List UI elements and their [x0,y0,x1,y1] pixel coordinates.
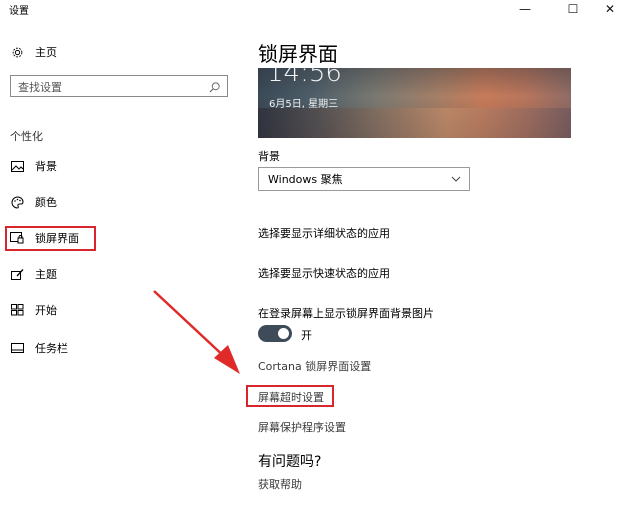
sidebar-item-colors[interactable]: 颜色 [10,190,57,214]
sidebar-item-label: 主题 [35,268,57,281]
title-bar: 设置 — ☐ ✕ [0,0,625,18]
cortana-settings-link[interactable]: Cortana 锁屏界面设置 [258,358,371,374]
screen-saver-link[interactable]: 屏幕保护程序设置 [258,419,346,435]
minimize-button[interactable]: — [505,0,545,18]
toggle-knob [278,328,289,339]
sidebar-item-themes[interactable]: 主题 [10,262,57,286]
preview-date: 6月5日, 星期三 [269,99,339,110]
faq-title: 有问题吗? [258,454,322,470]
highlight-box-lock-screen [5,226,96,251]
page-title: 锁屏界面 [258,42,338,66]
search-input[interactable] [11,77,201,98]
palette-icon [10,195,24,209]
detail-status-apps-label: 选择要显示详细状态的应用 [258,227,390,240]
quick-status-apps-label: 选择要显示快速状态的应用 [258,267,390,280]
sidebar-item-background[interactable]: 背景 [10,154,57,178]
lock-screen-preview: 14:56 6月5日, 星期三 [258,68,571,138]
search-icon[interactable] [208,79,221,93]
background-select[interactable]: Windows 聚焦 [258,167,470,191]
highlight-box-screen-timeout [246,385,334,407]
preview-landscape [258,108,571,138]
search-box[interactable] [10,75,228,98]
gear-icon [10,45,24,59]
sidebar-home-label: 主页 [35,46,57,59]
image-icon [10,159,24,173]
preview-time: 14:56 [267,68,342,88]
maximize-button[interactable]: ☐ [553,0,593,18]
start-icon [10,303,24,317]
get-help-link[interactable]: 获取帮助 [258,476,302,492]
sidebar-home[interactable]: 主页 [10,40,57,64]
background-label: 背景 [258,150,280,163]
theme-icon [10,267,24,281]
sidebar-item-label: 开始 [35,304,57,317]
login-background-label: 在登录屏幕上显示锁屏界面背景图片 [258,307,434,320]
sidebar-item-label: 任务栏 [35,342,68,355]
background-select-value: Windows 聚焦 [268,173,343,186]
sidebar-item-start[interactable]: 开始 [10,298,57,322]
sidebar-section-label: 个性化 [10,130,43,143]
chevron-down-icon [450,173,462,185]
sidebar-item-label: 颜色 [35,196,57,209]
taskbar-icon [10,341,24,355]
sidebar-item-taskbar[interactable]: 任务栏 [10,336,68,360]
toggle-state-label: 开 [301,329,312,342]
sidebar-item-label: 背景 [35,160,57,173]
login-background-toggle[interactable] [258,325,292,342]
window-title: 设置 [9,6,29,17]
close-button[interactable]: ✕ [590,0,625,18]
